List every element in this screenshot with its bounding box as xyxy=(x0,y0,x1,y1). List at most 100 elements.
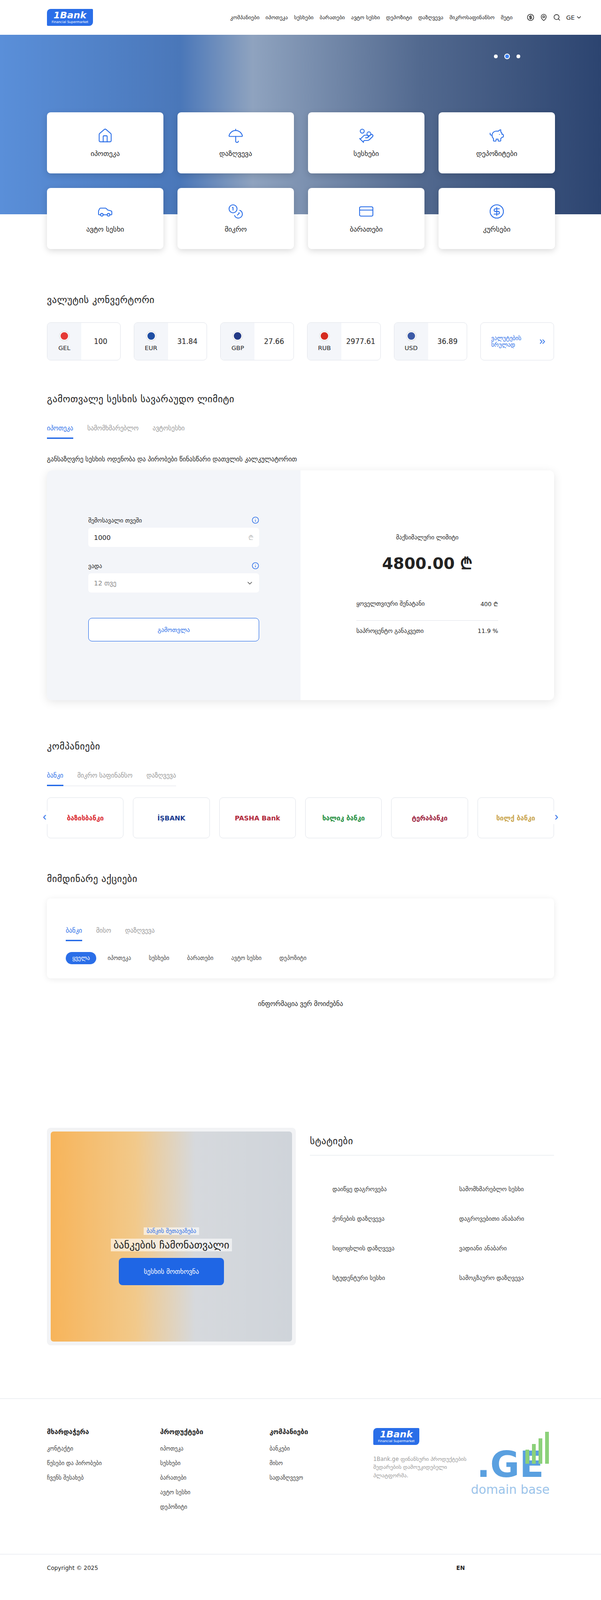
nav-item[interactable]: მიკროსაფინანსო xyxy=(449,14,495,21)
footer-link[interactable]: ბარათები xyxy=(160,1473,270,1480)
carousel-dot[interactable] xyxy=(493,54,498,59)
tab[interactable]: სამომხმარებლო xyxy=(87,423,139,439)
tab[interactable]: მიკრო საფინანსო xyxy=(77,770,133,786)
company-name: სილქ ბანკი xyxy=(496,813,536,822)
category-card[interactable]: დეპოზიტები xyxy=(438,112,555,174)
nav-item[interactable]: დეპოზიტი xyxy=(385,14,412,21)
category-card[interactable]: კურსები xyxy=(438,187,555,249)
nav-item[interactable]: ავტო სესხი xyxy=(351,14,381,21)
nav-item[interactable]: ბარათები xyxy=(319,14,346,21)
carousel-dot[interactable] xyxy=(516,54,521,59)
currency-box[interactable]: RUB2977.61 xyxy=(307,322,381,361)
filter-pill[interactable]: დეპოზიტი xyxy=(272,951,314,964)
nav-item[interactable]: სესხები xyxy=(293,14,314,21)
footer-link[interactable]: ავტო სესხი xyxy=(160,1487,270,1495)
footer-link[interactable]: სესხები xyxy=(160,1458,270,1466)
category-card[interactable]: ბარათები xyxy=(308,187,425,249)
currency-icon[interactable] xyxy=(526,13,535,22)
currency-amount: 31.84 xyxy=(168,322,208,360)
footer-logo[interactable]: 1BankFinancial Supermarket xyxy=(373,1426,420,1444)
company-name: İŞBANK xyxy=(157,813,185,822)
article-link[interactable]: სიცოცხლის დაზღვევა xyxy=(332,1243,460,1255)
tab[interactable]: ბანკი xyxy=(46,770,64,786)
loan-request-button[interactable]: სესხის მოთხოვნა xyxy=(118,1256,224,1285)
info-icon[interactable] xyxy=(251,561,260,570)
category-card[interactable]: მიკრო xyxy=(177,187,294,249)
currency-box[interactable]: EUR31.84 xyxy=(133,322,208,361)
language-switch[interactable]: EN xyxy=(456,1563,465,1571)
footer-link[interactable]: იპოთეკა xyxy=(160,1444,270,1451)
footer-link[interactable]: სადაზღვევო xyxy=(269,1473,374,1480)
nav-item[interactable]: კომპანიები xyxy=(230,14,260,21)
filter-pill[interactable]: იპოთეკა xyxy=(100,951,138,964)
prev-button[interactable]: ‹ xyxy=(37,809,52,825)
carousel-dot[interactable] xyxy=(504,53,510,60)
next-button[interactable]: › xyxy=(549,809,564,825)
tab[interactable]: ავტოსესხი xyxy=(152,423,185,439)
footer-link[interactable]: ჩვენს შესახებ xyxy=(46,1473,161,1480)
article-link[interactable]: სამოგზაურო დაზღვევა xyxy=(459,1273,555,1285)
currency-box[interactable]: GBP27.66 xyxy=(220,322,294,361)
footer-title: მხარდაჭერა xyxy=(46,1426,161,1435)
category-icon xyxy=(358,203,375,220)
category-card[interactable]: დაზღვევა xyxy=(177,112,294,174)
footer-link[interactable]: დეპოზიტი xyxy=(160,1502,270,1510)
footer: მხარდაჭერა კონტაქტი წესები და პირობები ჩვენ… xyxy=(0,1397,601,1581)
company-logo[interactable]: İŞBANK xyxy=(132,796,210,838)
flag-icon xyxy=(406,331,417,341)
category-label: ბარათები xyxy=(349,224,383,234)
map-pin-icon[interactable] xyxy=(539,13,548,22)
result-row-value: 11.9 % xyxy=(477,626,499,634)
all-currencies-link[interactable]: ვალუტების სრულად xyxy=(480,322,555,361)
currency-box[interactable]: GEL100 xyxy=(46,322,121,361)
footer-link[interactable]: მისო xyxy=(269,1458,374,1466)
term-select[interactable]: 12 თვე xyxy=(88,572,260,593)
language-select[interactable]: GE xyxy=(566,14,583,22)
tab[interactable]: იპოთეკა xyxy=(46,423,74,439)
income-input[interactable]: 1000₾ xyxy=(88,527,260,547)
company-logo[interactable]: ბაზისბანკი xyxy=(46,796,124,838)
footer-link[interactable]: ბანკები xyxy=(269,1444,374,1451)
section-title: ვალუტის კონვერტორი xyxy=(46,293,555,306)
article-link[interactable]: სტუდენტური სესხი xyxy=(332,1273,460,1285)
currency-unit: ₾ xyxy=(248,532,254,542)
tab[interactable]: ბანკი xyxy=(65,925,83,941)
logo[interactable]: 1BankFinancial Supermarket xyxy=(46,8,93,26)
company-logo[interactable]: სილქ ბანკი xyxy=(477,796,555,838)
company-logo[interactable]: ტერაბანკი xyxy=(391,796,468,838)
tab[interactable]: დაზღვევა xyxy=(125,925,155,941)
flag-icon xyxy=(319,331,330,341)
category-card[interactable]: ავტო სესხი xyxy=(46,187,164,249)
article-link[interactable]: დაგროვებითი ანაბარი xyxy=(459,1214,555,1226)
tab[interactable]: მისო xyxy=(96,925,112,941)
search-icon[interactable] xyxy=(553,13,561,22)
filter-pill[interactable]: ავტო სესხი xyxy=(224,951,269,964)
info-icon[interactable] xyxy=(251,516,260,524)
filter-pill[interactable]: ყველა xyxy=(65,951,97,964)
article-link[interactable]: დაიწყე დაგროვება xyxy=(332,1184,460,1196)
calculate-button[interactable]: გამოთვლა xyxy=(88,617,260,641)
article-link[interactable]: ვადიანი ანაბარი xyxy=(459,1243,555,1255)
category-card[interactable]: სესხები xyxy=(308,112,425,174)
footer-link[interactable]: კონტაქტი xyxy=(46,1444,161,1451)
category-card[interactable]: იპოთეკა xyxy=(46,112,164,174)
nav-item[interactable]: იპოთეკა xyxy=(265,14,289,21)
company-logo[interactable]: PASHA Bank xyxy=(219,796,296,838)
chevron-down-icon xyxy=(246,578,254,587)
nav-item[interactable]: დაზღვევა xyxy=(418,14,444,21)
footer-link[interactable]: წესები და პირობები xyxy=(46,1458,161,1466)
result-row-label: ყოველთვიური შენატანი xyxy=(356,599,425,608)
tab[interactable]: დაზღვევა xyxy=(146,770,177,786)
nav-item[interactable]: მეტი xyxy=(500,14,513,21)
currency-box[interactable]: USD36.89 xyxy=(393,322,468,361)
filter-pill[interactable]: სესხები xyxy=(142,951,176,964)
calculator-description: განსაზღვრე სესხის ოდენობა და პირობები წი… xyxy=(46,454,555,463)
company-logo[interactable]: ხალიკ ბანკი xyxy=(305,796,382,838)
article-link[interactable]: ქონების დაზღვევა xyxy=(332,1214,460,1226)
promo-section: ბანკის შეთავაზებაბანკების ჩამონათვალისეს… xyxy=(46,1126,555,1345)
filter-pill[interactable]: ბარათები xyxy=(180,951,220,964)
company-name: PASHA Bank xyxy=(234,813,281,822)
category-icon xyxy=(97,127,114,144)
article-link[interactable]: სამომხმარებლო სესხი xyxy=(459,1184,555,1196)
currency-row: GEL100 EUR31.84 GBP27.66 RUB2977.61 USD36.89… xyxy=(46,322,555,361)
